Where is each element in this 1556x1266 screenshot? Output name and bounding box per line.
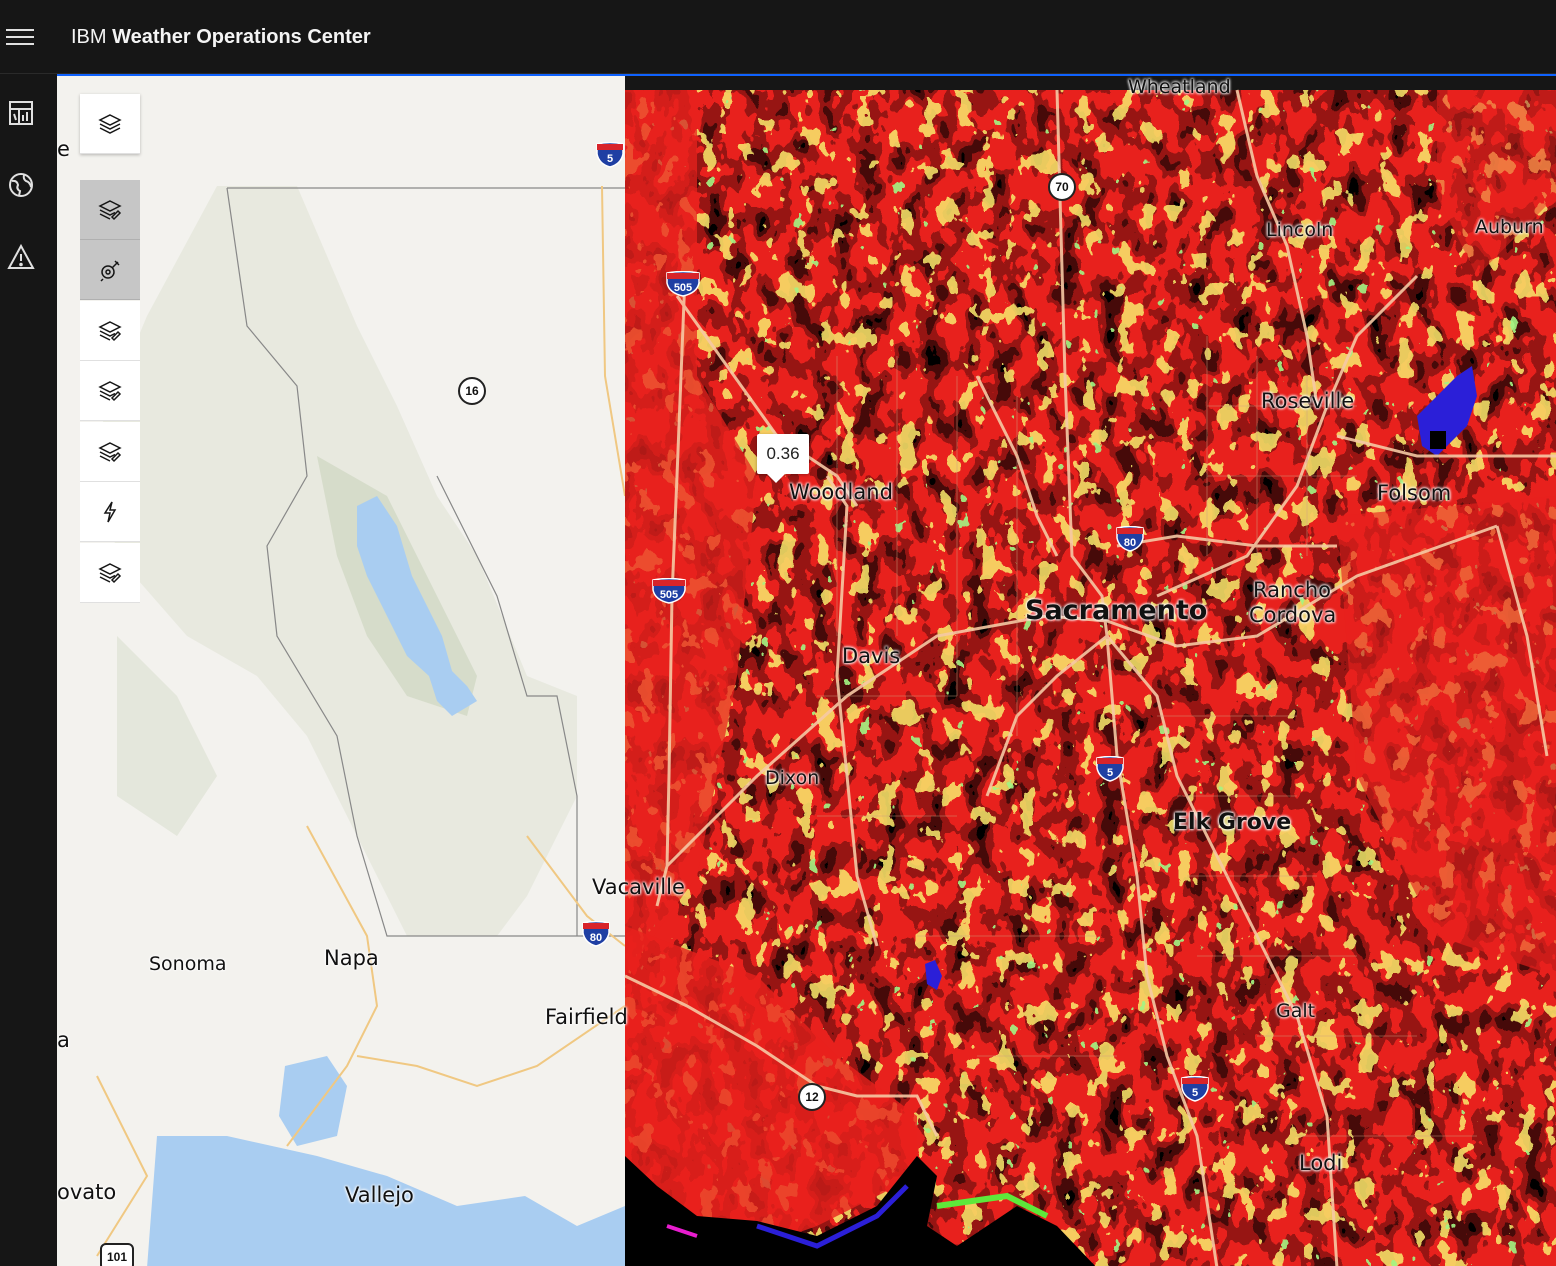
layers-icon — [98, 113, 122, 134]
app-header: IBM Weather Operations Center — [0, 0, 1556, 74]
route-number: 80 — [1124, 537, 1136, 549]
route-number: 5 — [1107, 767, 1113, 779]
route-number: 5 — [607, 153, 613, 165]
warning-icon[interactable] — [4, 240, 38, 274]
city-label-cordova: Cordova — [1249, 603, 1337, 627]
state-route-marker: 70 — [1048, 173, 1076, 201]
lightning-icon — [103, 501, 117, 522]
state-route-marker: 16 — [458, 377, 486, 405]
layer-edit-icon — [98, 562, 122, 583]
layer-toggle-button-4[interactable] — [80, 361, 140, 421]
lightning-layer-button[interactable] — [80, 482, 140, 542]
city-label-vacaville: Vacaville — [592, 875, 685, 899]
layer-toggle-button-6[interactable] — [80, 543, 140, 603]
state-route-marker: 12 — [798, 1083, 826, 1111]
menu-icon[interactable] — [6, 24, 34, 52]
city-label-wheatland: Wheatland — [1128, 76, 1231, 98]
layers-button[interactable] — [80, 94, 140, 154]
app-title: IBM Weather Operations Center — [71, 26, 371, 49]
layer-toggle-button-5[interactable] — [80, 422, 140, 482]
city-label-fairfield: Fairfield — [545, 1005, 628, 1029]
layer-toggle-button-2[interactable] — [80, 240, 140, 300]
interstate-shield: 80 — [1115, 525, 1145, 552]
interstate-shield: 505 — [665, 270, 701, 297]
interstate-shield: 505 — [651, 577, 687, 604]
city-label-vallejo: Vallejo — [345, 1183, 414, 1207]
satellite-icon — [100, 259, 120, 282]
interstate-shield: 5 — [595, 141, 625, 168]
interstate-shield: 80 — [581, 920, 611, 947]
city-label-davis: Davis — [842, 644, 901, 668]
app-product-name: Weather Operations Center — [112, 26, 371, 48]
city-label-lodi: Lodi — [1299, 1151, 1343, 1175]
left-rail — [0, 74, 57, 1266]
layer-edit-icon — [98, 380, 122, 401]
city-label-dixon: Dixon — [765, 767, 820, 789]
city-label-roseville: Roseville — [1261, 389, 1355, 413]
city-label-sacramento: Sacramento — [1025, 595, 1208, 626]
route-number: 505 — [674, 282, 692, 294]
route-number: 80 — [590, 932, 602, 944]
layer-toggle-button-3[interactable] — [80, 301, 140, 361]
interstate-shield: 5 — [1180, 1075, 1210, 1102]
city-label-galt: Galt — [1276, 1000, 1316, 1022]
interstate-shield: 5 — [1095, 755, 1125, 782]
value-tooltip: 0.36 — [757, 434, 809, 483]
us-route-marker: 101 — [100, 1243, 134, 1266]
route-number: 5 — [1192, 1087, 1198, 1099]
city-label-rancho: Rancho — [1253, 578, 1332, 602]
city-label-edge-e: e — [57, 137, 70, 161]
city-label-edge-a: a — [57, 1028, 70, 1052]
map-canvas[interactable]: Wheatland Lincoln Auburn Roseville Woodl… — [57, 74, 1556, 1266]
dashboard-icon[interactable] — [4, 96, 38, 130]
layer-edit-icon — [98, 199, 122, 220]
city-label-auburn: Auburn — [1475, 216, 1544, 238]
app-brand: IBM — [71, 26, 107, 48]
city-label-sonoma: Sonoma — [149, 953, 227, 975]
city-label-woodland: Woodland — [789, 480, 893, 504]
city-label-novato: ovato — [57, 1180, 117, 1204]
layer-toggle-button-1[interactable] — [80, 180, 140, 240]
city-label-elk-grove: Elk Grove — [1173, 810, 1292, 835]
layer-edit-icon — [98, 441, 122, 462]
globe-icon[interactable] — [4, 168, 38, 202]
city-label-folsom: Folsom — [1377, 481, 1452, 505]
route-number: 505 — [660, 589, 678, 601]
city-label-lincoln: Lincoln — [1266, 219, 1334, 241]
layer-edit-icon — [98, 320, 122, 341]
city-label-napa: Napa — [324, 946, 379, 970]
